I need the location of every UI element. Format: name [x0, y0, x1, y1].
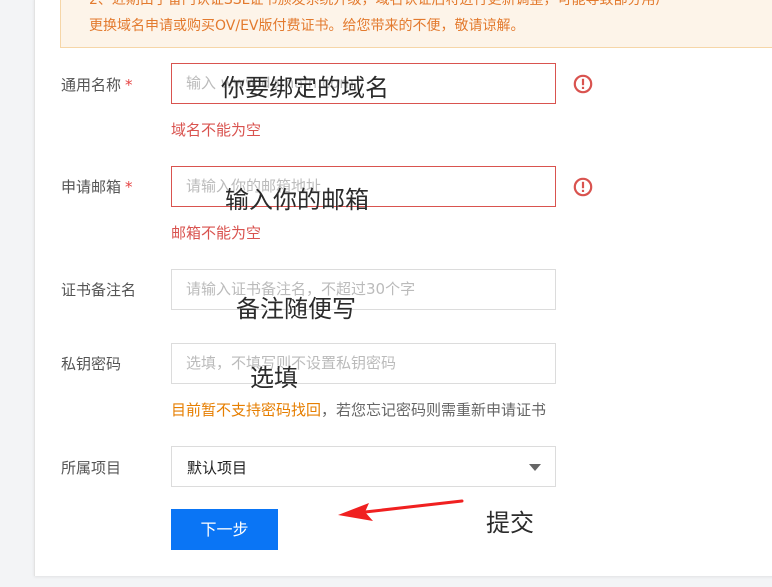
private-key-password-label: 私钥密码 — [61, 355, 122, 373]
common-name-label: 通用名称 * — [61, 74, 133, 95]
required-mark: * — [125, 178, 133, 196]
annotation-remark: 备注随便写 — [236, 295, 356, 323]
annotation-optional: 选填 — [250, 364, 298, 392]
remark-input[interactable]: 请输入证书备注名，不超过30个字 — [171, 269, 556, 310]
annotation-arrow-icon — [338, 499, 464, 521]
next-step-button[interactable]: 下一步 — [171, 509, 278, 550]
notice-banner: 2、近期由于备门认证SSL证书颁发系统升级，域名认证后将进行更新调整，可能导致部… — [60, 0, 772, 48]
notice-line-2: 更换域名申请或购买OV/EV版付费证书。给您带来的不便，敬请谅解。 — [89, 18, 525, 34]
remark-label: 证书备注名 — [61, 281, 137, 299]
password-warning: 目前暂不支持密码找回，若您忘记密码则需重新申请证书 — [171, 399, 546, 420]
email-error: 邮箱不能为空 — [171, 224, 262, 242]
password-warning-rest: ，若您忘记密码则需重新申请证书 — [321, 401, 547, 419]
required-mark: * — [125, 76, 133, 94]
project-selected-value: 默认项目 — [187, 459, 248, 477]
error-alert-icon — [573, 74, 593, 94]
common-name-error: 域名不能为空 — [171, 121, 262, 139]
caret-down-icon — [529, 464, 541, 471]
annotation-domain: 你要绑定的域名 — [221, 74, 389, 102]
annotation-email: 输入你的邮箱 — [225, 186, 369, 214]
project-label: 所属项目 — [61, 459, 122, 477]
private-key-password-input[interactable]: 选填，不填写则不设置私钥密码 — [171, 343, 556, 384]
error-alert-icon — [573, 177, 593, 197]
notice-line-1: 2、近期由于备门认证SSL证书颁发系统升级，域名认证后将进行更新调整，可能导致部… — [89, 0, 670, 8]
project-select[interactable]: 默认项目 — [171, 446, 556, 487]
email-label-text: 申请邮箱 — [61, 178, 122, 196]
annotation-submit: 提交 — [486, 509, 534, 537]
password-warning-highlight: 目前暂不支持密码找回 — [171, 401, 322, 419]
email-label: 申请邮箱 * — [61, 176, 133, 197]
common-name-label-text: 通用名称 — [61, 76, 122, 94]
